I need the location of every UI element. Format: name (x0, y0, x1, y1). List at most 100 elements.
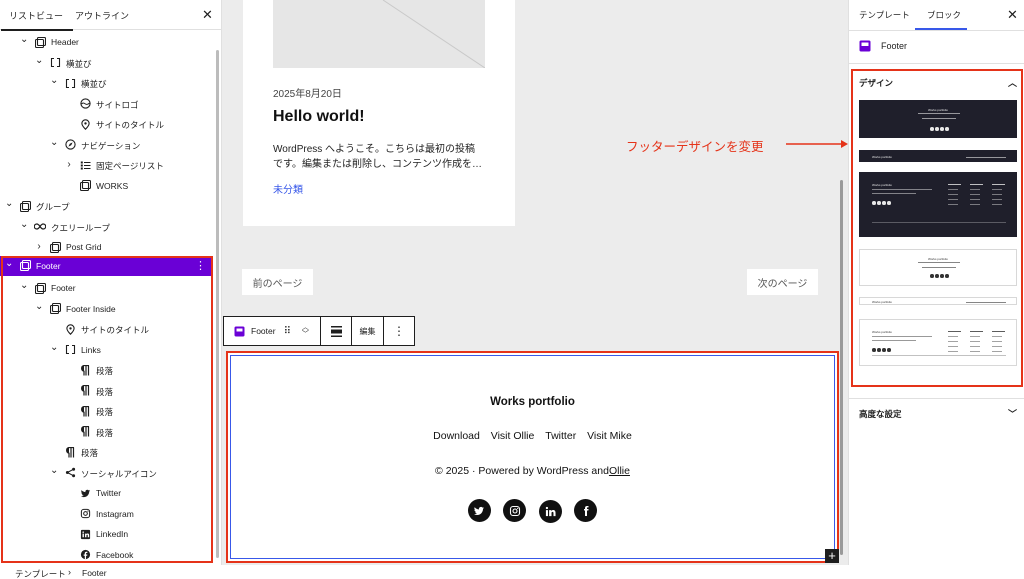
footer-pattern-option[interactable]: Works portfolio (859, 100, 1017, 138)
list-view-scrollbar[interactable] (216, 50, 219, 558)
chevron-down-icon[interactable]: ⌄ (20, 219, 28, 230)
list-view-item[interactable]: WORKS (0, 176, 212, 196)
next-page-link[interactable]: 次のページ (747, 269, 818, 295)
breadcrumb-item[interactable]: Footer (82, 568, 107, 578)
chevron-down-icon[interactable]: ⌄ (50, 137, 58, 148)
list-view-item[interactable]: ⌄ Header (0, 32, 212, 52)
footer-link[interactable]: Visit Mike (587, 430, 632, 442)
list-view-item[interactable]: ⌄ Footer (0, 278, 212, 298)
previous-page-link[interactable]: 前のページ (242, 269, 313, 295)
chevron-right-icon[interactable]: › (35, 241, 43, 252)
tab-block[interactable]: ブロック (927, 9, 961, 21)
pattern-link-line (970, 199, 980, 200)
edit-button[interactable]: 編集 (352, 317, 384, 345)
drag-handle-icon[interactable]: ⠿ (284, 326, 291, 337)
footer-link[interactable]: Twitter (545, 430, 576, 442)
pattern-link-line (992, 189, 1002, 190)
list-view-item[interactable]: Instagram (0, 504, 212, 524)
list-view-item-label: LinkedIn (96, 529, 129, 539)
pattern-link-line (948, 336, 958, 337)
pattern-link-line (948, 351, 958, 352)
chevron-down-icon[interactable]: ⌄ (5, 198, 13, 209)
post-title[interactable]: Hello world! (273, 108, 365, 126)
list-view-item-label: Post Grid (66, 242, 102, 252)
footer-pattern-option[interactable]: Works portfolio (859, 297, 1017, 305)
list-view-item[interactable]: サイトのタイトル (0, 319, 212, 339)
chevron-down-icon[interactable]: ⌄ (5, 258, 13, 269)
pattern-social-dot (930, 127, 934, 131)
list-view-item[interactable]: ⌄ Links (0, 340, 212, 360)
footer-site-title[interactable]: Works portfolio (228, 396, 837, 408)
linkedin-icon[interactable] (538, 499, 562, 523)
list-view-item[interactable]: 段落 (0, 442, 212, 462)
tab-template[interactable]: テンプレート (859, 9, 910, 21)
list-view-item[interactable]: ⌄ ソーシャルアイコン (0, 463, 212, 483)
list-view-item[interactable]: サイトのタイトル (0, 114, 212, 134)
add-block-button[interactable]: + (825, 549, 839, 563)
tab-outline[interactable]: アウトライン (75, 9, 129, 22)
chevron-down-icon[interactable]: ⌄ (35, 55, 43, 66)
footer-pattern-option[interactable]: Works portfolio (859, 319, 1017, 366)
list-view-item-label: 段落 (96, 386, 114, 397)
close-icon[interactable]: ✕ (202, 8, 213, 21)
instagram-icon[interactable] (503, 499, 527, 522)
twitter-icon[interactable] (467, 499, 491, 522)
template-part-icon (859, 40, 871, 52)
list-view-item[interactable]: ⌄ ナビゲーション (0, 135, 212, 155)
pattern-social-dot (882, 201, 886, 205)
list-view-item-label: サイトのタイトル (81, 325, 150, 335)
footer-pattern-option[interactable]: Works portfolio (859, 150, 1017, 162)
copyright-link[interactable]: Ollie (609, 465, 630, 477)
chevron-down-icon[interactable]: ⌄ (20, 280, 28, 291)
pattern-link-line (948, 331, 961, 332)
close-icon[interactable]: ✕ (1007, 8, 1018, 21)
footer-links: Download Visit Ollie Twitter Visit Mike (228, 430, 837, 442)
list-view-item[interactable]: ⌄ 横並び (0, 53, 212, 73)
tab-list-view[interactable]: リストビュー (0, 9, 74, 31)
list-view-item[interactable]: 段落 (0, 401, 212, 421)
options-menu-icon[interactable]: ⋮ (384, 317, 414, 345)
pattern-link-line (970, 184, 983, 185)
chevron-down-icon[interactable]: ⌄ (50, 342, 58, 353)
list-view-item[interactable]: ⌄ 横並び (0, 73, 212, 93)
list-view-item[interactable]: LinkedIn (0, 524, 212, 544)
footer-pattern-option[interactable]: Works portfolio (859, 172, 1017, 237)
options-menu-icon[interactable]: ⋮ (195, 259, 206, 272)
toolbar-block-name: Footer (251, 326, 276, 336)
template-part-icon (79, 180, 91, 192)
list-view-item[interactable]: Facebook (0, 545, 212, 565)
chevron-down-icon[interactable]: ⌄ (50, 465, 58, 476)
footer-link[interactable]: Download (433, 430, 480, 442)
list-view-item[interactable]: サイトロゴ (0, 94, 212, 114)
advanced-panel-header[interactable]: 高度な設定 ﹀ (859, 408, 1017, 420)
row-icon (64, 77, 76, 89)
list-view-item[interactable]: 段落 (0, 381, 212, 401)
block-switcher[interactable]: Footer ⠿ ︿ ﹀ (224, 317, 321, 345)
breadcrumb-item[interactable]: テンプレート (15, 568, 66, 579)
chevron-down-icon[interactable]: ⌄ (50, 75, 58, 86)
list-view-item[interactable]: 段落 (0, 360, 212, 380)
move-up-down-icon[interactable]: ︿ ﹀ (302, 324, 309, 338)
list-view-item[interactable]: 段落 (0, 422, 212, 442)
align-button[interactable] (321, 317, 352, 345)
footer-block-preview[interactable]: Works portfolio Download Visit Ollie Twi… (226, 351, 839, 563)
list-view-item[interactable]: ⌄ Footer ⋮ (0, 255, 212, 276)
facebook-icon[interactable] (574, 499, 598, 522)
list-view-item[interactable]: ⌄ Footer Inside (0, 299, 212, 319)
post-category-link[interactable]: 未分類 (273, 181, 303, 196)
list-view-item[interactable]: › 固定ページリスト (0, 155, 212, 175)
list-view-item[interactable]: › Post Grid (0, 237, 212, 257)
footer-link[interactable]: Visit Ollie (491, 430, 535, 442)
chevron-down-icon[interactable]: ⌄ (20, 34, 28, 45)
pattern-link-line (948, 199, 958, 200)
design-panel-header[interactable]: デザイン ︿ (859, 77, 1017, 89)
list-view-item[interactable]: Twitter (0, 483, 212, 503)
list-view-item[interactable]: ⌄ グループ (0, 196, 212, 216)
canvas-scrollbar[interactable] (840, 180, 843, 555)
chevron-down-icon[interactable]: ⌄ (35, 301, 43, 312)
copyright-text: © 2025 · Powered by WordPress and (435, 465, 609, 477)
group-icon (19, 200, 31, 212)
list-view-item[interactable]: ⌄ クエリーループ (0, 217, 212, 237)
footer-pattern-option[interactable]: Works portfolio (859, 249, 1017, 286)
chevron-right-icon[interactable]: › (65, 159, 73, 170)
